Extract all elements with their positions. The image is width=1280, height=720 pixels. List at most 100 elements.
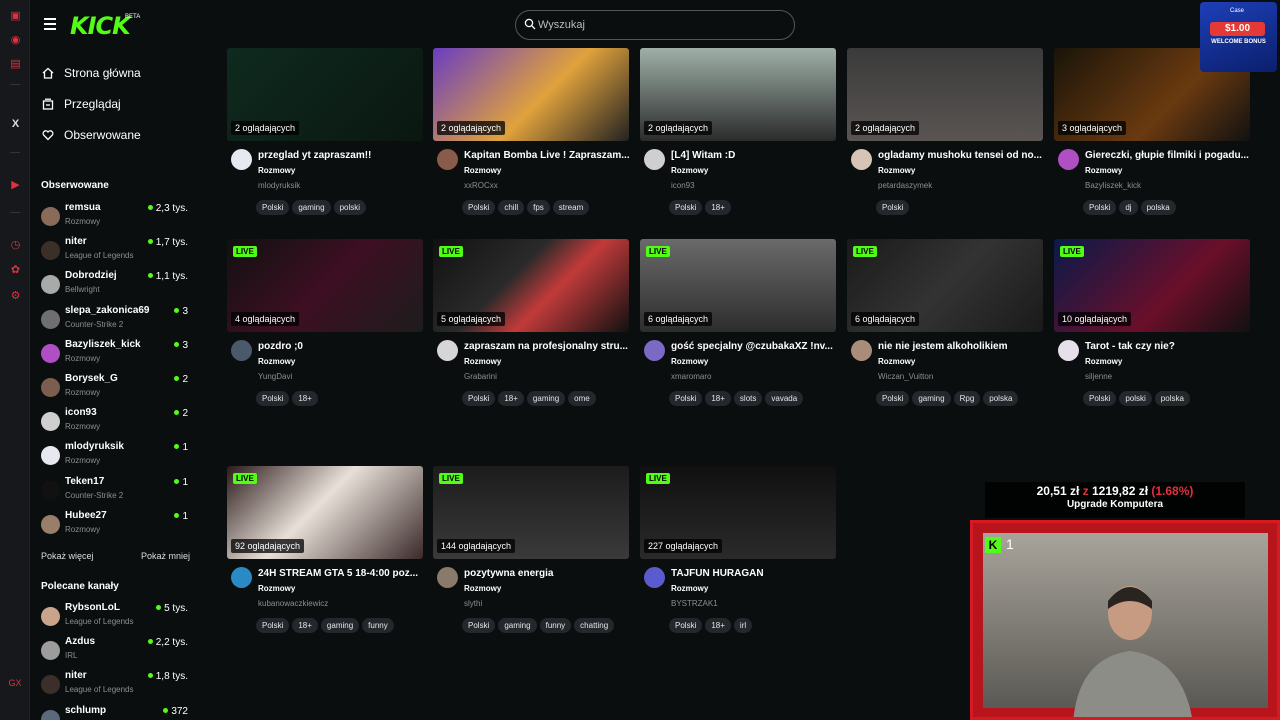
clock-icon[interactable]: ◷ [9,239,22,252]
tag-chip[interactable]: polski [333,200,367,215]
tag-chip[interactable]: polska [1154,391,1190,406]
promo-banner[interactable]: Case $1.00 WELCOME BONUS [1200,2,1277,72]
stream-title[interactable]: pozytywna energia [464,568,654,579]
streamer-avatar[interactable] [437,149,458,170]
streamer-avatar[interactable] [231,149,252,170]
stream-title[interactable]: gość specjalny @czubakaXZ !nv... [671,341,861,352]
rail-app-icon-2[interactable]: ◉ [9,34,22,47]
stream-thumbnail[interactable]: 2 oglądających [847,48,1043,141]
rail-app-icon-1[interactable]: ▣ [9,10,22,23]
streamer-name[interactable]: icon93 [671,181,695,190]
tag-chip[interactable]: funny [539,618,572,633]
tag-chip[interactable]: Polski [669,391,703,406]
tag-chip[interactable]: 18+ [705,618,731,633]
channel-item[interactable]: schlump 372 [30,703,210,720]
show-more-link[interactable]: Pokaż więcej [41,551,94,561]
stream-thumbnail[interactable]: LIVE 5 oglądających [433,239,629,332]
tag-chip[interactable]: gaming [292,200,331,215]
streamer-name[interactable]: xxROCxx [464,181,498,190]
stream-thumbnail[interactable]: LIVE 10 oglądających [1054,239,1250,332]
palette-icon[interactable]: ✿ [9,264,22,277]
stream-thumbnail[interactable]: LIVE 4 oglądających [227,239,423,332]
tag-chip[interactable]: Rpg [953,391,981,406]
channel-item[interactable]: mlodyruksik Rozmowy 1 [30,439,210,471]
tag-chip[interactable]: Polski [256,618,290,633]
stream-category[interactable]: Rozmowy [258,166,295,175]
nav-home[interactable]: Strona główna [30,60,210,86]
channel-item[interactable]: Azdus IRL 2,2 tys. [30,634,210,666]
search-input[interactable] [538,16,778,34]
stream-title[interactable]: Giereczki, głupie filmiki i pogadu... [1085,150,1275,161]
tag-chip[interactable]: stream [552,200,590,215]
tag-chip[interactable]: fps [527,200,550,215]
streamer-name[interactable]: kubanowaczkiewicz [258,599,328,608]
tag-chip[interactable]: chill [498,200,525,215]
tag-chip[interactable]: gaming [498,618,537,633]
channel-item[interactable]: icon93 Rozmowy 2 [30,405,210,437]
streamer-avatar[interactable] [851,340,872,361]
tag-chip[interactable]: Polski [669,618,703,633]
tag-chip[interactable]: Polski [462,391,496,406]
streamer-name[interactable]: mlodyruksik [258,181,300,190]
streamer-name[interactable]: YungDavi [258,372,292,381]
streamer-avatar[interactable] [1058,149,1079,170]
stream-title[interactable]: zapraszam na profesjonalny stru... [464,341,654,352]
channel-item[interactable]: niter League of Legends 1,7 tys. [30,234,210,266]
streamer-name[interactable]: petardaszymek [878,181,932,190]
channel-item[interactable]: RybsonLoL League of Legends 5 tys. [30,600,210,632]
hamburger-menu-icon[interactable] [44,18,56,30]
streamer-avatar[interactable] [437,340,458,361]
tag-chip[interactable]: Polski [462,618,496,633]
stream-category[interactable]: Rozmowy [258,584,295,593]
stream-thumbnail[interactable]: LIVE 227 oglądających [640,466,836,559]
nav-following[interactable]: Obserwowane [30,122,210,148]
rail-app-icon-3[interactable]: ▤ [9,58,22,71]
tag-chip[interactable]: ome [568,391,596,406]
channel-item[interactable]: Borysek_G Rozmowy 2 [30,371,210,403]
streamer-name[interactable]: Bazyliszek_kick [1085,181,1141,190]
streamer-avatar[interactable] [1058,340,1079,361]
stream-title[interactable]: przeglad yt zapraszam!! [258,150,448,161]
channel-item[interactable]: Hubee27 Rozmowy 1 [30,508,210,540]
tag-chip[interactable]: Polski [876,200,910,215]
stream-category[interactable]: Rozmowy [671,584,708,593]
stream-title[interactable]: pozdro ;0 [258,341,448,352]
streamer-name[interactable]: slythi [464,599,482,608]
stream-title[interactable]: Tarot - tak czy nie? [1085,341,1275,352]
stream-category[interactable]: Rozmowy [1085,357,1122,366]
tag-chip[interactable]: Polski [256,200,290,215]
tag-chip[interactable]: slots [733,391,763,406]
search-box[interactable] [515,10,795,40]
tag-chip[interactable]: Polski [1083,200,1117,215]
stream-category[interactable]: Rozmowy [671,166,708,175]
streamer-name[interactable]: BYSTRZAK1 [671,599,718,608]
streamer-avatar[interactable] [231,567,252,588]
streamer-avatar[interactable] [231,340,252,361]
tag-chip[interactable]: Polski [256,391,290,406]
stream-category[interactable]: Rozmowy [671,357,708,366]
tag-chip[interactable]: polska [983,391,1019,406]
stream-title[interactable]: 24H STREAM GTA 5 18-4:00 poz... [258,568,448,579]
channel-item[interactable]: Teken17 Counter-Strike 2 1 [30,474,210,506]
stream-thumbnail[interactable]: 2 oglądających [433,48,629,141]
stream-title[interactable]: [L4] Witam :D [671,150,861,161]
stream-thumbnail[interactable]: 2 oglądających [640,48,836,141]
stream-category[interactable]: Rozmowy [878,166,915,175]
tag-chip[interactable]: Polski [669,200,703,215]
tag-chip[interactable]: polska [1140,200,1176,215]
channel-item[interactable]: slepa_zakonica69 Counter-Strike 2 3 [30,303,210,335]
stream-title[interactable]: nie nie jestem alkoholikiem [878,341,1068,352]
tag-chip[interactable]: Polski [462,200,496,215]
stream-category[interactable]: Rozmowy [464,166,501,175]
tag-chip[interactable]: funny [362,618,394,633]
tag-chip[interactable]: 18+ [292,618,318,633]
stream-title[interactable]: Kapitan Bomba Live ! Zapraszam... [464,150,654,161]
tag-chip[interactable]: 18+ [292,391,318,406]
tag-chip[interactable]: irl [733,618,753,633]
stream-title[interactable]: ogladamy mushoku tensei od no... [878,150,1068,161]
channel-item[interactable]: niter League of Legends 1,8 tys. [30,668,210,700]
tag-chip[interactable]: 18+ [498,391,524,406]
nav-browse[interactable]: Przeglądaj [30,91,210,117]
tag-chip[interactable]: vavada [765,391,804,406]
settings-icon[interactable]: ⚙ [9,290,22,303]
